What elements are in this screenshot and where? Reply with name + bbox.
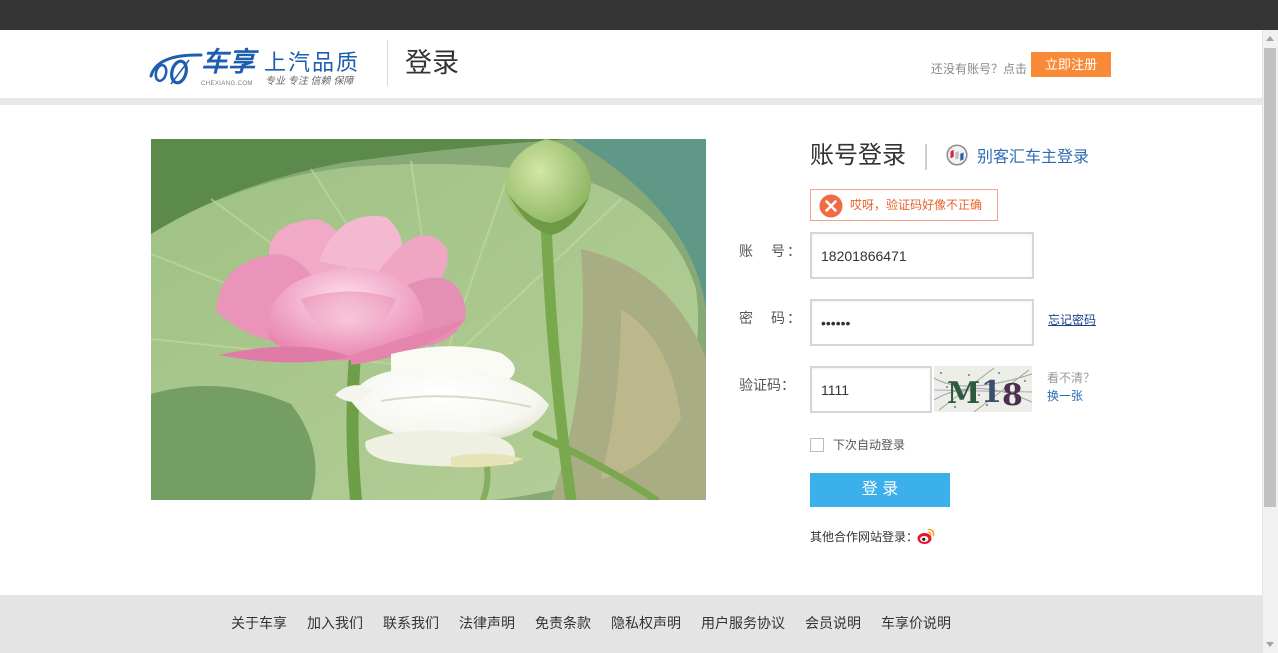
- chexiang-logo-icon: [149, 53, 203, 85]
- account-input[interactable]: [810, 232, 1034, 279]
- error-message-text: 哎呀，验证码好像不正确: [850, 198, 983, 212]
- register-button[interactable]: 立即注册: [1031, 52, 1111, 77]
- footer-link-terms[interactable]: 用户服务协议: [701, 615, 785, 631]
- forgot-password-link[interactable]: 忘记密码: [1048, 313, 1096, 327]
- logo-brand-text: 车享: [201, 47, 255, 77]
- buick-logo-icon[interactable]: [946, 144, 968, 166]
- page-title: 登录: [405, 48, 459, 78]
- captcha-char: 1: [981, 375, 1002, 410]
- password-input[interactable]: [810, 299, 1034, 346]
- vertical-scrollbar[interactable]: [1262, 30, 1278, 653]
- error-message-box: 哎呀，验证码好像不正确: [810, 189, 998, 221]
- footer: 关于车享 加入我们 联系我们 法律声明 免责条款 隐私权声明 用户服务协议 会员…: [0, 595, 1262, 653]
- lotus-banner-image: [151, 139, 706, 500]
- remember-me-checkbox[interactable]: [810, 438, 824, 452]
- remember-me-label[interactable]: 下次自动登录: [833, 437, 905, 453]
- password-label: 密 码：: [739, 310, 803, 326]
- register-prompt: 还没有账号？点击: [931, 62, 1028, 76]
- buick-owner-login-link[interactable]: 别客汇车主登录: [977, 148, 1089, 168]
- captcha-image[interactable]: M 1 8: [934, 366, 1032, 412]
- footer-link-privacy[interactable]: 隐私权声明: [611, 615, 681, 631]
- logo-domain-text: CHEXIANG.COM: [201, 81, 253, 87]
- captcha-input[interactable]: [810, 366, 932, 413]
- login-title: 账号登录: [810, 142, 906, 169]
- slogan-subtitle: 专业 专注 信赖 保障: [265, 76, 354, 87]
- captcha-label: 验证码：: [739, 377, 795, 393]
- login-title-divider: [925, 144, 927, 170]
- scroll-down-arrow-icon[interactable]: [1266, 642, 1274, 647]
- header-separator-strip: [0, 98, 1262, 105]
- captcha-hint: 看不清？: [1047, 371, 1096, 385]
- header-divider: [387, 40, 388, 86]
- browser-top-bar: [0, 0, 1278, 30]
- partner-login-label: 其他合作网站登录：: [810, 530, 919, 544]
- scroll-thumb[interactable]: [1264, 48, 1276, 507]
- captcha-char: M: [947, 376, 980, 411]
- captcha-refresh-link[interactable]: 换一张: [1047, 389, 1083, 403]
- slogan-title: 上汽品质: [264, 50, 361, 75]
- footer-link-legal[interactable]: 法律声明: [459, 615, 515, 631]
- footer-links: 关于车享 加入我们 联系我们 法律声明 免责条款 隐私权声明 用户服务协议 会员…: [231, 615, 951, 631]
- footer-link-contact[interactable]: 联系我们: [383, 615, 439, 631]
- footer-link-disclaimer[interactable]: 免责条款: [535, 615, 591, 631]
- close-circle-icon: [819, 194, 843, 218]
- login-button[interactable]: 登 录: [810, 473, 950, 507]
- footer-link-price[interactable]: 车享价说明: [881, 615, 951, 631]
- account-label: 账 号：: [739, 243, 803, 259]
- captcha-char: 8: [1002, 378, 1023, 412]
- footer-link-join[interactable]: 加入我们: [307, 615, 363, 631]
- weibo-icon[interactable]: [917, 527, 935, 545]
- scroll-up-arrow-icon[interactable]: [1266, 36, 1274, 41]
- footer-link-about[interactable]: 关于车享: [231, 615, 287, 631]
- footer-link-membership[interactable]: 会员说明: [805, 615, 861, 631]
